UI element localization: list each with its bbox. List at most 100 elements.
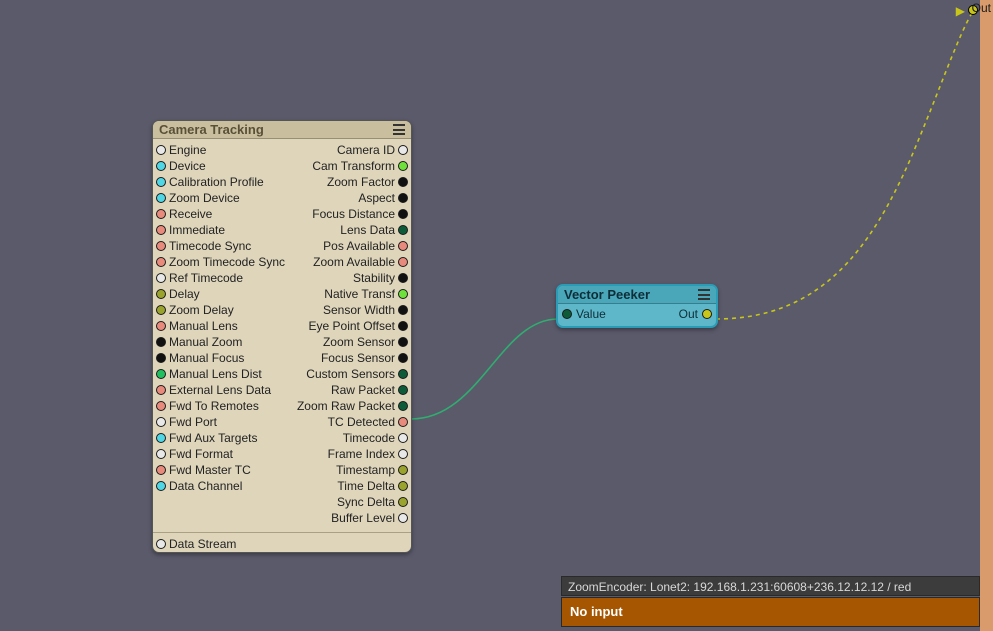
output-port-label: Raw Packet (331, 383, 395, 397)
input-port[interactable] (156, 289, 166, 299)
output-port-label: Timecode (343, 431, 395, 445)
input-port[interactable] (156, 337, 166, 347)
output-port[interactable] (398, 481, 408, 491)
camera-node-header[interactable]: Camera Tracking (153, 121, 411, 139)
vector-peeker-node[interactable]: Vector Peeker Value Out (556, 284, 718, 328)
output-port[interactable] (398, 225, 408, 235)
camera-port-row: Zoom DelaySensor Width (153, 302, 411, 318)
peeker-node-header[interactable]: Vector Peeker (558, 286, 716, 304)
input-port[interactable] (156, 273, 166, 283)
input-port[interactable] (156, 321, 166, 331)
camera-tracking-node[interactable]: Camera Tracking EngineCamera IDDeviceCam… (152, 120, 412, 553)
output-port[interactable] (398, 465, 408, 475)
input-port[interactable] (156, 401, 166, 411)
camera-port-row: Zoom Device Aspect (153, 190, 411, 206)
output-port[interactable] (398, 417, 408, 427)
output-port[interactable] (398, 449, 408, 459)
camera-port-row: Manual Focus Focus Sensor (153, 350, 411, 366)
input-port-label: Calibration Profile (169, 175, 264, 189)
camera-port-row: External Lens Data Raw Packet (153, 382, 411, 398)
output-port-label: Sync Delta (337, 495, 395, 509)
input-port[interactable] (156, 481, 166, 491)
output-port[interactable] (398, 209, 408, 219)
input-port[interactable] (156, 241, 166, 251)
input-port-label: Immediate (169, 223, 225, 237)
camera-port-row: Timecode SyncPos Available (153, 238, 411, 254)
input-port[interactable] (156, 177, 166, 187)
menu-icon[interactable] (393, 124, 405, 135)
output-port-label: Zoom Raw Packet (297, 399, 395, 413)
divider (153, 532, 411, 533)
output-port-label: Native Transf (324, 287, 395, 301)
output-port[interactable] (398, 401, 408, 411)
output-port[interactable] (398, 145, 408, 155)
output-port-label: Buffer Level (331, 511, 395, 525)
input-port[interactable] (156, 385, 166, 395)
peeker-value-port[interactable] (562, 309, 572, 319)
camera-port-row: ReceiveFocus Distance (153, 206, 411, 222)
output-port-label: Frame Index (328, 447, 395, 461)
output-port[interactable] (398, 321, 408, 331)
input-port[interactable] (156, 465, 166, 475)
output-port[interactable] (398, 513, 408, 523)
data-stream-port[interactable] (156, 539, 166, 549)
menu-icon[interactable] (698, 289, 710, 300)
input-port[interactable] (156, 225, 166, 235)
input-port-label: Fwd Format (169, 447, 233, 461)
camera-port-row: Fwd Aux TargetsTimecode (153, 430, 411, 446)
output-port[interactable] (398, 433, 408, 443)
peeker-out-port[interactable] (702, 309, 712, 319)
output-port-label: Aspect (358, 191, 395, 205)
output-port-label: Stability (353, 271, 395, 285)
input-port-label: Manual Focus (169, 351, 244, 365)
camera-port-row: Data ChannelTime Delta (153, 478, 411, 494)
peeker-node-body: Value Out (558, 304, 716, 326)
input-port[interactable] (156, 449, 166, 459)
input-port[interactable] (156, 193, 166, 203)
input-port[interactable] (156, 305, 166, 315)
output-port[interactable] (398, 273, 408, 283)
output-port[interactable] (398, 497, 408, 507)
output-port[interactable] (398, 161, 408, 171)
input-port[interactable] (156, 433, 166, 443)
output-port[interactable] (398, 337, 408, 347)
data-stream-label: Data Stream (169, 537, 236, 551)
input-port-label: External Lens Data (169, 383, 271, 397)
input-port-label: Ref Timecode (169, 271, 243, 285)
camera-port-row: Immediate Lens Data (153, 222, 411, 238)
output-port-label: Focus Sensor (321, 351, 395, 365)
output-port[interactable] (398, 289, 408, 299)
input-port-label: Manual Zoom (169, 335, 242, 349)
output-port[interactable] (398, 385, 408, 395)
input-port-label: Zoom Device (169, 191, 240, 205)
alert-message: No input (561, 597, 980, 627)
camera-port-row: Fwd PortTC Detected (153, 414, 411, 430)
peeker-value-label: Value (576, 307, 606, 321)
input-port[interactable] (156, 353, 166, 363)
output-port[interactable] (398, 353, 408, 363)
input-port[interactable] (156, 369, 166, 379)
output-port[interactable] (398, 241, 408, 251)
graph-output-label: Out (972, 1, 991, 15)
input-port[interactable] (156, 161, 166, 171)
input-port[interactable] (156, 209, 166, 219)
output-port-label: Timestamp (336, 463, 395, 477)
output-port[interactable] (398, 257, 408, 267)
output-port-label: Camera ID (337, 143, 395, 157)
output-port[interactable] (398, 305, 408, 315)
input-port[interactable] (156, 417, 166, 427)
output-port-label: Sensor Width (323, 303, 395, 317)
output-port[interactable] (398, 177, 408, 187)
input-port-label: Manual Lens (169, 319, 238, 333)
output-port-label: Zoom Sensor (323, 335, 395, 349)
input-port-label: Delay (169, 287, 200, 301)
input-port[interactable] (156, 257, 166, 267)
output-port-label: Zoom Factor (327, 175, 395, 189)
output-port[interactable] (398, 193, 408, 203)
camera-node-body: EngineCamera IDDeviceCam TransformCalibr… (153, 139, 411, 529)
output-port-label: Lens Data (340, 223, 395, 237)
camera-port-row: Ref Timecode Stability (153, 270, 411, 286)
camera-port-row: DeviceCam Transform (153, 158, 411, 174)
input-port[interactable] (156, 145, 166, 155)
output-port[interactable] (398, 369, 408, 379)
